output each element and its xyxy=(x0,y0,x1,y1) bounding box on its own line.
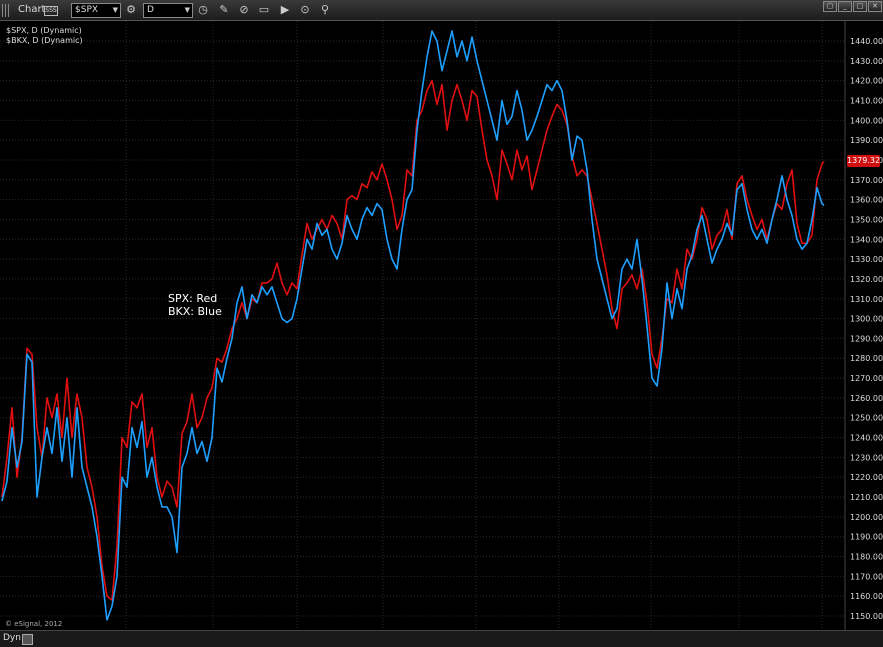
calendar-icon[interactable] xyxy=(22,634,33,645)
interval-value: D xyxy=(147,5,154,15)
restore-button[interactable]: ▢ xyxy=(823,1,837,12)
y-tick-label: 1240.00 xyxy=(850,434,883,443)
plot-area xyxy=(0,21,845,630)
y-tick-label: 1190.00 xyxy=(850,533,883,542)
maximize-button[interactable]: □ xyxy=(853,1,867,12)
y-tick-label: 1150.00 xyxy=(850,612,883,621)
settings-icon[interactable]: ⚙ xyxy=(124,3,138,17)
toolbar-grip[interactable] xyxy=(2,4,10,17)
y-tick-label: 1360.00 xyxy=(850,196,883,205)
y-tick-label: 1430.00 xyxy=(850,57,883,66)
symbol-input[interactable]: $SPX ▼ xyxy=(71,3,121,18)
y-tick-label: 1160.00 xyxy=(850,592,883,601)
y-tick-label: 1320.00 xyxy=(850,275,883,284)
chevron-down-icon[interactable]: ▼ xyxy=(113,4,118,17)
y-tick-label: 1310.00 xyxy=(850,295,883,304)
y-tick-label: 1250.00 xyxy=(850,414,883,423)
play-icon[interactable]: ▶ xyxy=(278,3,292,17)
chart-window: Chart SSS $SPX ▼ ⚙ D ▼ ◷ ✎ ⊘ ▭ ▶ ⊙ ⚲ ▢ _… xyxy=(0,0,883,647)
y-tick-label: 1170.00 xyxy=(850,572,883,581)
chart-toolbar: Chart SSS $SPX ▼ ⚙ D ▼ ◷ ✎ ⊘ ▭ ▶ ⊙ ⚲ ▢ _… xyxy=(0,0,883,21)
price-chart[interactable]: 1150.00 1160.00 1170.00 1180.00 1190.00 1200.… xyxy=(0,21,883,630)
interval-select[interactable]: D ▼ xyxy=(143,3,193,18)
dynamic-mode-label[interactable]: Dyn xyxy=(3,633,21,643)
clock-icon[interactable]: ◷ xyxy=(196,3,210,17)
window-title: Chart xyxy=(18,4,46,15)
y-tick-label: 1230.00 xyxy=(850,453,883,462)
y-tick-label: 1350.00 xyxy=(850,215,883,224)
y-tick-label: 1260.00 xyxy=(850,394,883,403)
y-tick-label: 1210.00 xyxy=(850,493,883,502)
y-tick-label: 1180.00 xyxy=(850,553,883,562)
annotation-spx: SPX: Red xyxy=(168,292,218,305)
y-tick-label: 1330.00 xyxy=(850,255,883,264)
close-button[interactable]: ✕ xyxy=(868,1,882,12)
zoom-icon[interactable]: ⊙ xyxy=(298,3,312,17)
y-tick-label: 1300.00 xyxy=(850,315,883,324)
last-price-badge: 1379.32 xyxy=(847,155,881,168)
annotation-bkx: BKX: Blue xyxy=(168,305,222,318)
y-tick-label: 1220.00 xyxy=(850,473,883,482)
symbol-value: $SPX xyxy=(75,5,99,15)
pencil-icon[interactable]: ✎ xyxy=(217,3,231,17)
watermark: © eSignal, 2012 xyxy=(5,620,63,628)
legend-spx: $SPX, D (Dynamic) xyxy=(6,26,82,35)
y-tick-label: 1280.00 xyxy=(850,354,883,363)
y-tick-label: 1400.00 xyxy=(850,116,883,125)
cursor-icon[interactable]: ⊘ xyxy=(237,3,251,17)
y-tick-label: 1420.00 xyxy=(850,77,883,86)
y-tick-label: 1410.00 xyxy=(850,96,883,105)
link-icon[interactable]: ⚲ xyxy=(318,3,332,17)
y-tick-label: 1200.00 xyxy=(850,513,883,522)
y-tick-label: 1440.00 xyxy=(850,37,883,46)
y-tick-label: 1290.00 xyxy=(850,334,883,343)
bottom-bar: Dyn xyxy=(0,630,883,647)
minimize-button[interactable]: _ xyxy=(838,1,852,12)
chevron-down-icon[interactable]: ▼ xyxy=(185,4,190,17)
y-tick-label: 1390.00 xyxy=(850,136,883,145)
legend-bkx: $BKX, D (Dynamic) xyxy=(6,36,83,45)
y-tick-label: 1270.00 xyxy=(850,374,883,383)
toolbar-icon[interactable]: ▭ xyxy=(257,3,271,17)
y-tick-label: 1340.00 xyxy=(850,235,883,244)
y-tick-label: 1370.00 xyxy=(850,176,883,185)
link-badge[interactable]: SSS xyxy=(44,6,58,16)
